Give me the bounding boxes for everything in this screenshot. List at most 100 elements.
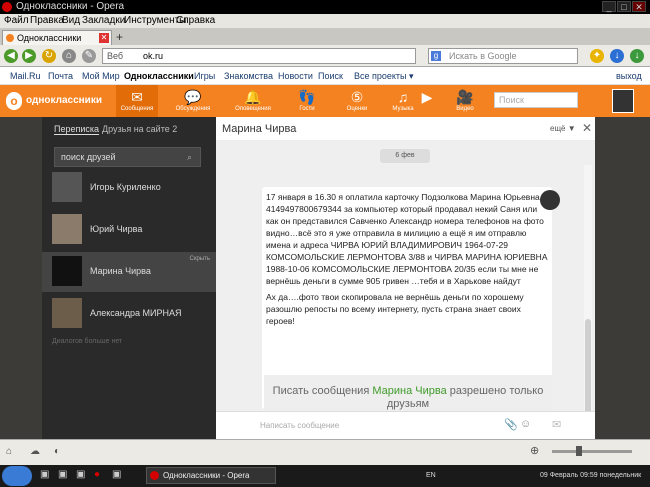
search-field[interactable]: g Искать в Google [428, 48, 578, 64]
quicklaunch-icon[interactable]: ▣ [76, 469, 85, 480]
zoom-slider[interactable] [552, 450, 632, 453]
nav-ratings-label: Оценки [346, 106, 368, 112]
video-camera-icon: 🎥 [456, 89, 474, 105]
opera-icon [150, 471, 159, 480]
menu-view[interactable]: Вид [62, 15, 80, 26]
menu-edit[interactable]: Правка [30, 15, 64, 26]
taskbar-opera-task[interactable]: Одноклассники - Opera [146, 467, 276, 484]
list-item[interactable]: Юрий Чирва [42, 210, 216, 250]
tab-label: Одноклассники [17, 33, 82, 43]
panel-toggle-icon[interactable]: ⌂ [6, 446, 12, 457]
friend-name: Александра МИРНАЯ [90, 308, 182, 318]
close-button[interactable]: ✕ [632, 1, 646, 12]
quicklaunch-icon[interactable]: ▣ [58, 469, 67, 480]
paperclip-icon[interactable]: 📎 [504, 418, 518, 431]
send-icon[interactable]: ✉ [552, 418, 561, 431]
nav-notifications[interactable]: 🔔 Оповещения [232, 85, 274, 117]
quicklaunch-icon[interactable]: ▣ [112, 469, 121, 480]
user-avatar[interactable] [612, 89, 634, 113]
tab-bar: Одноклассники ✕ + [0, 28, 650, 45]
new-tab-icon[interactable]: + [116, 31, 128, 43]
nav-video-label: Видео [456, 106, 474, 112]
play-icon: ▶ [421, 89, 433, 105]
home-icon[interactable]: ⌂ [62, 49, 76, 63]
start-button[interactable] [2, 466, 32, 486]
avatar [52, 214, 82, 244]
google-icon: g [431, 51, 441, 61]
chat-panel: Марина Чирва ещё ▼ ✕ 6 фев 17 января в 1… [216, 117, 595, 439]
more-menu-button[interactable]: ещё ▼ [550, 124, 576, 133]
menu-bookmarks[interactable]: Закладки [82, 15, 125, 26]
no-more-dialogs-text: Диалогов больше нет [52, 338, 123, 345]
clock[interactable]: 09 Февраль 09:59 понедельник [540, 472, 641, 479]
search-placeholder: Искать в Google [449, 51, 517, 61]
link-news[interactable]: Новости [278, 71, 313, 81]
edit-icon[interactable]: ✎ [82, 49, 96, 63]
cloud-icon[interactable]: ☁ [30, 446, 40, 457]
title-bar: Одноклассники - Opera _ □ ✕ [0, 0, 650, 14]
zoom-icon[interactable]: ⊕ [530, 444, 539, 457]
link-odnoklassniki[interactable]: Одноклассники [124, 71, 194, 81]
nav-messages-label: Сообщения [120, 106, 154, 112]
maximize-button[interactable]: □ [617, 1, 631, 12]
notice-contact-link[interactable]: Марина Чирва [372, 385, 446, 397]
back-icon[interactable]: ◀ [4, 49, 18, 63]
message-text: Ах да….фото твои скопировала не вернёшь … [266, 292, 524, 326]
footprints-icon: 👣 [298, 89, 316, 105]
avatar[interactable] [540, 190, 560, 210]
list-item[interactable]: Александра МИРНАЯ [42, 294, 216, 334]
link-mailru[interactable]: Mail.Ru [10, 71, 41, 81]
link-games[interactable]: Игры [194, 71, 215, 81]
friend-search-input[interactable]: поиск друзей ⌕ [54, 147, 201, 167]
link-search[interactable]: Поиск [318, 71, 343, 81]
list-item[interactable]: Игорь Куриленко [42, 168, 216, 208]
portal-bar: Mail.Ru Почта Мой Мир Одноклассники Игры… [0, 67, 650, 85]
ratings-icon: ⑤ [350, 89, 364, 105]
nav-messages[interactable]: ✉ Сообщения [116, 85, 158, 117]
menu-file[interactable]: Файл [4, 15, 29, 26]
nav-guests[interactable]: 👣 Гости [286, 85, 328, 117]
zoom-slider-handle[interactable] [576, 446, 582, 456]
list-item-selected[interactable]: Марина Чирва Скрыть [42, 252, 216, 292]
tab-conversations[interactable]: Переписка [54, 124, 100, 135]
forward-icon[interactable]: ▶ [22, 49, 36, 63]
ok-header: o одноклассники ✉ Сообщения 💬 Обсуждения 🔔… [0, 85, 650, 117]
chat-contact-name[interactable]: Марина Чирва [222, 123, 296, 135]
exit-link[interactable]: выход [616, 71, 642, 81]
tab-odnoklassniki[interactable]: Одноклассники ✕ [2, 30, 112, 45]
quicklaunch-icon[interactable]: ▣ [40, 469, 49, 480]
minimize-button[interactable]: _ [602, 1, 616, 12]
nav-ratings[interactable]: ⑤ Оценки [336, 85, 378, 117]
opera-quicklaunch-icon[interactable]: ● [94, 469, 100, 480]
menu-help[interactable]: Справка [176, 15, 215, 26]
reload-icon[interactable]: ↻ [42, 49, 56, 63]
nav-video[interactable]: 🎥 Видео [444, 85, 486, 117]
ok-search-input[interactable]: Поиск [494, 92, 578, 108]
play-button[interactable]: ▶ [416, 85, 438, 117]
hide-link[interactable]: Скрыть [190, 256, 210, 262]
message-input[interactable]: Написать сообщение 📎 ☺ ✉ [216, 411, 595, 439]
unite-icon[interactable]: ↓ [630, 49, 644, 63]
bell-icon: 🔔 [244, 89, 262, 105]
link-dating[interactable]: Знакомства [224, 71, 273, 81]
nav-discussions[interactable]: 💬 Обсуждения [172, 85, 214, 117]
tab-friends-online[interactable]: Друзья на сайте 2 [102, 124, 177, 134]
chat-body: 6 фев 17 января в 16.30 я оплатила карто… [216, 141, 595, 435]
addons-icon[interactable]: ✦ [590, 49, 604, 63]
tab-close-icon[interactable]: ✕ [99, 33, 109, 43]
address-field[interactable]: Веб ok.ru [102, 48, 416, 64]
menu-bar: Файл Правка Вид Закладки Инструменты Спр… [0, 14, 650, 28]
web-label: Веб [107, 51, 124, 61]
task-label: Одноклассники - Opera [163, 471, 250, 480]
smiley-icon[interactable]: ☺ [520, 418, 531, 430]
download-icon[interactable]: ↓ [610, 49, 624, 63]
speed-dial-icon[interactable]: ◐ [54, 446, 60, 457]
link-all-projects[interactable]: Все проекты ▾ [354, 71, 414, 82]
link-moy-mir[interactable]: Мой Мир [82, 71, 120, 81]
language-indicator[interactable]: EN [426, 472, 436, 479]
close-icon[interactable]: ✕ [582, 121, 592, 135]
ok-brand[interactable]: одноклассники [26, 95, 102, 106]
nav-discussions-label: Обсуждения [175, 106, 211, 112]
link-mail[interactable]: Почта [48, 71, 73, 81]
ok-logo-icon[interactable]: o [6, 92, 22, 110]
